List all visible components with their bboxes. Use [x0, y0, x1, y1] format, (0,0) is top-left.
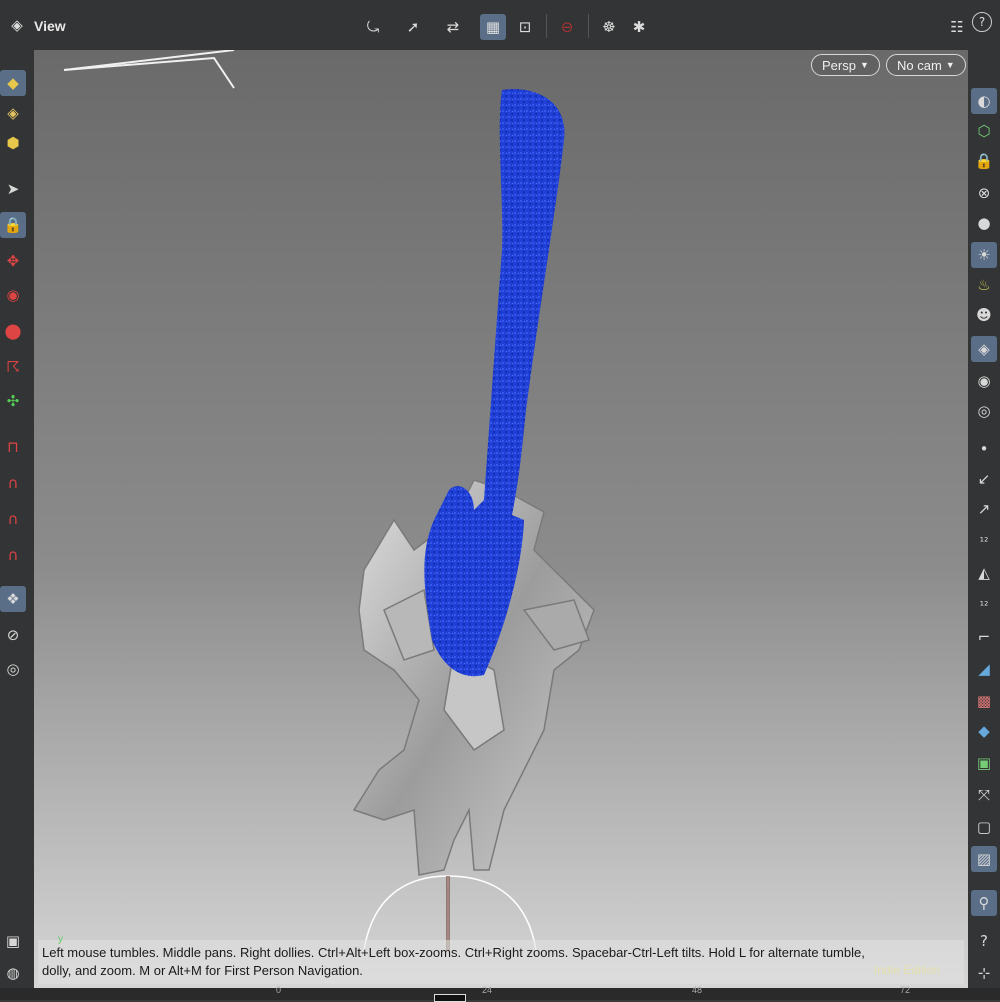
toolbar-separator: [546, 14, 547, 38]
move-tool-icon[interactable]: ✥: [0, 248, 26, 274]
camera-view-icon[interactable]: ▦: [480, 14, 506, 40]
display-options-icon[interactable]: ◐: [971, 88, 997, 114]
dolly-icon[interactable]: ⇄: [440, 14, 466, 40]
navigation-help-text: Left mouse tumbles. Middle pans. Right d…: [38, 940, 964, 984]
light-icon[interactable]: ☀: [971, 242, 997, 268]
timeline-bar[interactable]: 0 24 48 72: [0, 985, 1000, 1002]
snap-grid-icon[interactable]: ⊓: [0, 434, 26, 460]
pose-tool-icon[interactable]: ☈: [0, 354, 26, 380]
render-region-icon[interactable]: ◎: [0, 656, 26, 682]
vector-icon[interactable]: ↗: [971, 496, 997, 522]
persp-dropdown[interactable]: Persp ▼: [811, 54, 880, 76]
normals-face-icon[interactable]: ◢: [971, 656, 997, 682]
layout-icon[interactable]: ☷: [944, 14, 970, 40]
headlight-icon[interactable]: ☻: [971, 302, 997, 328]
axis-icon[interactable]: ⤧: [971, 782, 997, 808]
view-tool-icon[interactable]: ❖: [0, 586, 26, 612]
camera-toggle-icon[interactable]: ⊘: [0, 622, 26, 648]
chevron-down-icon: ▼: [945, 60, 955, 70]
lock-camera-icon[interactable]: 🔒: [971, 148, 997, 174]
camera-frustum: [63, 50, 235, 89]
zoom-frame-icon[interactable]: ⊡: [512, 14, 538, 40]
axis-y-label: y: [58, 934, 63, 945]
select-arrow-icon[interactable]: ➤: [0, 176, 26, 202]
tree-icon[interactable]: ⊹: [971, 960, 997, 986]
tumble-icon[interactable]: ⤿: [360, 14, 386, 40]
right-display-shelf: ◐ ⬡ 🔒 ⊗ ● ☀ ♨ ☻ ◈ ◉ ◎ • ↙ ↗ ¹² ◭ ¹² ⌐ ◢ …: [968, 50, 1000, 1000]
rotate-tool-icon[interactable]: ◉: [0, 282, 26, 308]
left-tool-shelf: ◆ ◈ ⬢ ➤ 🔒 ✥ ◉ ⬤ ☈ ✣ ⊓ ∩ ∩ ∩ ❖ ⊘ ◎ ▣ ◍: [0, 50, 34, 1000]
viewport-menu-icon[interactable]: ◈: [4, 12, 30, 38]
point-icon[interactable]: •: [971, 436, 997, 462]
snap-magnet-icon[interactable]: ∩: [0, 542, 26, 568]
normal-icon[interactable]: ↙: [971, 466, 997, 492]
disk-icon[interactable]: ◍: [0, 960, 26, 986]
prim-icon[interactable]: ◭: [971, 560, 997, 586]
timeline-tick: 72: [900, 985, 911, 995]
uv-icon[interactable]: ◆: [971, 718, 997, 744]
shading-icon[interactable]: ◈: [971, 336, 997, 362]
no-entry-icon[interactable]: ⊖: [554, 14, 580, 40]
eye-icon[interactable]: ◉: [971, 368, 997, 394]
snap-point-icon[interactable]: ∩: [0, 506, 26, 532]
help-line-1: Left mouse tumbles. Middle pans. Right d…: [42, 945, 865, 960]
render-icon[interactable]: ☸: [596, 14, 622, 40]
pin-icon[interactable]: ⚲: [971, 890, 997, 916]
sphere-icon[interactable]: ●: [971, 210, 997, 236]
background-icon[interactable]: ▨: [971, 846, 997, 872]
record-icon[interactable]: ▣: [0, 928, 26, 954]
frame-icon[interactable]: ▢: [971, 814, 997, 840]
transform-gizmo: [363, 875, 537, 951]
persp-label: Persp: [822, 57, 856, 73]
lock-icon[interactable]: 🔒: [0, 212, 26, 238]
close-circle-icon[interactable]: ⊗: [971, 180, 997, 206]
eye-settings-icon[interactable]: ◎: [971, 398, 997, 424]
viewport-title: View: [34, 18, 66, 34]
chevron-down-icon: ▼: [859, 60, 869, 70]
prim-number-icon[interactable]: ¹²: [971, 592, 997, 618]
point-number-icon[interactable]: ¹²: [971, 528, 997, 554]
help-line-2: dolly, and zoom. M or Alt+M for First Pe…: [42, 963, 363, 978]
bulb-icon[interactable]: ♨: [971, 272, 997, 298]
edition-watermark: Indie Edition: [874, 963, 941, 977]
playhead[interactable]: [434, 994, 466, 1002]
ghost-icon[interactable]: ⬡: [971, 118, 997, 144]
dynamics-select-icon[interactable]: ⬢: [0, 130, 26, 156]
geometry-select-icon[interactable]: ◈: [0, 100, 26, 126]
camera-label: No cam: [897, 57, 942, 73]
scale-tool-icon[interactable]: ⬤: [0, 318, 26, 344]
pan-icon[interactable]: ➚: [400, 14, 426, 40]
viewport-toolbar: ◈ View ⤿ ➚ ⇄ ▦ ⊡ ⊖ ☸ ✱ ☷ ?: [0, 0, 1000, 51]
help-small-icon[interactable]: ?: [971, 928, 997, 954]
3d-viewport[interactable]: Persp ▼ No cam ▼: [34, 50, 968, 988]
help-icon[interactable]: ?: [972, 12, 992, 32]
object-select-icon[interactable]: ◆: [0, 70, 26, 96]
settings-icon[interactable]: ✱: [626, 14, 652, 40]
timeline-tick: 24: [482, 985, 493, 995]
scene-canvas: [63, 50, 595, 951]
toolbar-separator: [588, 14, 589, 38]
timeline-tick: 0: [276, 985, 282, 995]
corner-icon[interactable]: ⌐: [971, 624, 997, 650]
timeline-tick: 48: [692, 985, 703, 995]
camera-dropdown[interactable]: No cam ▼: [886, 54, 966, 76]
handle-tool-icon[interactable]: ✣: [0, 388, 26, 414]
guide-icon[interactable]: ▣: [971, 750, 997, 776]
checker-icon[interactable]: ▩: [971, 688, 997, 714]
snap-curve-icon[interactable]: ∩: [0, 470, 26, 496]
